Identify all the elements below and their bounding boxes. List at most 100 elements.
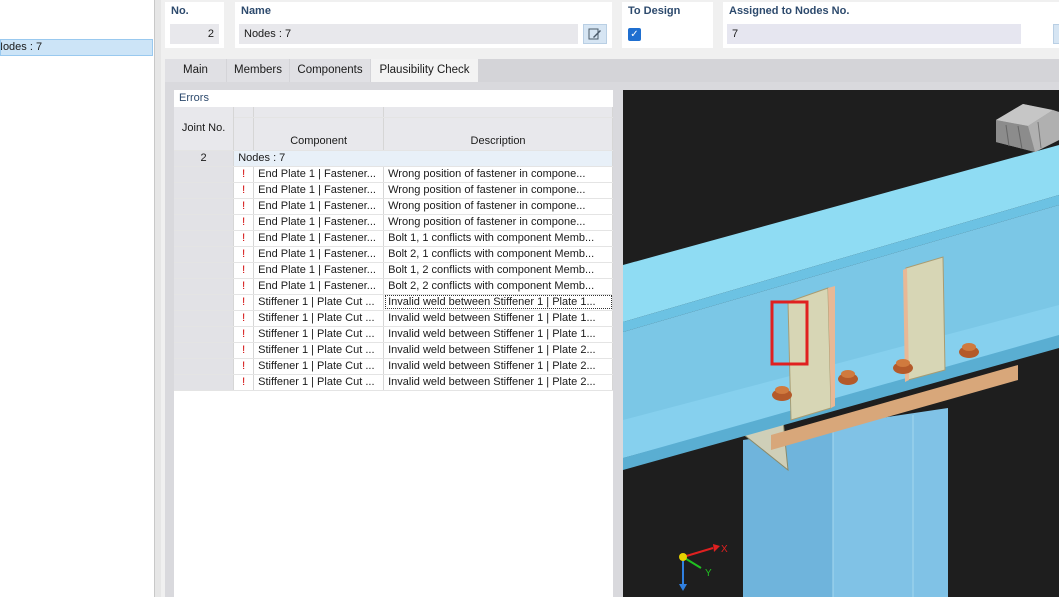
column-header-flag [233, 107, 255, 118]
row-header[interactable] [174, 310, 235, 327]
group-row[interactable]: 2 Nodes : 7 [174, 150, 613, 167]
error-component: End Plate 1 | Fastener... [253, 278, 385, 295]
row-header[interactable] [174, 278, 235, 295]
error-row[interactable]: ! End Plate 1 | Fastener... Bolt 2, 2 conf… [174, 278, 613, 295]
error-component: End Plate 1 | Fastener... [253, 182, 385, 199]
select-nodes-button[interactable] [1053, 24, 1059, 44]
column-header-description[interactable]: Description [383, 117, 613, 151]
row-header[interactable] [174, 262, 235, 279]
error-icon: ! [233, 246, 255, 263]
to-design-checkbox[interactable]: ✓ [628, 28, 641, 41]
navigator-panel: Nodes : 7 [0, 0, 155, 597]
to-design-label: To Design [628, 5, 681, 17]
group-joint-no: 2 [174, 150, 235, 167]
error-description: Invalid weld between Stiffener 1 | Plate… [383, 294, 613, 311]
error-icon: ! [233, 182, 255, 199]
error-icon: ! [233, 262, 255, 279]
error-component: End Plate 1 | Fastener... [253, 230, 385, 247]
error-icon: ! [233, 294, 255, 311]
error-description: Wrong position of fastener in compone... [383, 198, 613, 215]
row-header[interactable] [174, 214, 235, 231]
errors-title: Errors [179, 92, 209, 104]
row-header[interactable] [174, 294, 235, 311]
no-box: No. 2 [165, 2, 224, 48]
error-component: End Plate 1 | Fastener... [253, 214, 385, 231]
axis-y-label: Y [705, 568, 712, 579]
error-description: Bolt 1, 1 conflicts with component Memb.… [383, 230, 613, 247]
stiffener-plate-left [787, 287, 832, 421]
name-box: Name Nodes : 7 [235, 2, 612, 48]
assigned-box: Assigned to Nodes No. 7 [723, 2, 1059, 48]
3d-model-view[interactable]: X Y [623, 90, 1059, 597]
name-label: Name [241, 5, 271, 17]
error-row[interactable]: ! Stiffener 1 | Plate Cut ... Invalid weld… [174, 310, 613, 327]
no-field[interactable]: 2 [170, 24, 219, 44]
row-header[interactable] [174, 230, 235, 247]
column-header-component[interactable]: Component [253, 117, 385, 151]
error-component: Stiffener 1 | Plate Cut ... [253, 294, 385, 311]
tab-bar: Main Members Components Plausibility Che… [165, 59, 1059, 82]
error-icon: ! [233, 326, 255, 343]
tab-plausibility-check[interactable]: Plausibility Check [371, 59, 478, 82]
error-description: Wrong position of fastener in compone... [383, 214, 613, 231]
error-icon: ! [233, 342, 255, 359]
error-row[interactable]: ! Stiffener 1 | Plate Cut ... Invalid weld… [174, 294, 613, 311]
axis-x-label: X [721, 544, 728, 555]
stiffener-plate-right [905, 256, 946, 381]
error-row[interactable]: ! End Plate 1 | Fastener... Wrong position… [174, 166, 613, 183]
error-icon: ! [233, 166, 255, 183]
column-header-joint-no[interactable]: Joint No. [174, 107, 235, 151]
errors-table: Joint No. Component Description 2 Nodes … [174, 107, 613, 391]
navigator-item-selected[interactable]: Nodes : 7 [0, 39, 153, 56]
row-header[interactable] [174, 198, 235, 215]
column-header-spacer [383, 107, 613, 118]
navigator-scrollbar[interactable] [155, 0, 161, 597]
tab-components[interactable]: Components [290, 59, 370, 82]
error-row[interactable]: ! Stiffener 1 | Plate Cut ... Invalid weld… [174, 342, 613, 359]
error-icon: ! [233, 230, 255, 247]
assigned-nodes-field[interactable]: 7 [727, 24, 1021, 44]
navigator-item-label: Nodes : 7 [1, 41, 43, 53]
row-header[interactable] [174, 326, 235, 343]
error-description: Bolt 2, 1 conflicts with component Memb.… [383, 246, 613, 263]
error-component: End Plate 1 | Fastener... [253, 246, 385, 263]
error-icon: ! [233, 278, 255, 295]
error-row[interactable]: ! End Plate 1 | Fastener... Wrong position… [174, 214, 613, 231]
to-design-box: To Design ✓ [622, 2, 713, 48]
row-header[interactable] [174, 246, 235, 263]
tab-members[interactable]: Members [227, 59, 289, 82]
tab-main[interactable]: Main [165, 59, 226, 82]
error-description: Invalid weld between Stiffener 1 | Plate… [383, 342, 613, 359]
error-row[interactable]: ! End Plate 1 | Fastener... Bolt 1, 1 conf… [174, 230, 613, 247]
connection-dialog: Nodes : 7 No. 2 Name Nodes : 7 To Design… [0, 0, 1059, 597]
error-row[interactable]: ! End Plate 1 | Fastener... Wrong position… [174, 182, 613, 199]
3d-model-render: X Y [623, 90, 1059, 597]
error-row[interactable]: ! Stiffener 1 | Plate Cut ... Invalid weld… [174, 358, 613, 375]
row-header[interactable] [174, 166, 235, 183]
error-row[interactable]: ! End Plate 1 | Fastener... Bolt 2, 1 conf… [174, 246, 613, 263]
error-description: Invalid weld between Stiffener 1 | Plate… [383, 326, 613, 343]
column-flange [833, 408, 948, 597]
error-row[interactable]: ! Stiffener 1 | Plate Cut ... Invalid weld… [174, 326, 613, 343]
row-header[interactable] [174, 358, 235, 375]
error-description: Invalid weld between Stiffener 1 | Plate… [383, 374, 613, 391]
error-icon: ! [233, 214, 255, 231]
name-field[interactable]: Nodes : 7 [239, 24, 578, 44]
error-icon: ! [233, 358, 255, 375]
error-icon: ! [233, 374, 255, 391]
error-description: Invalid weld between Stiffener 1 | Plate… [383, 310, 613, 327]
error-component: End Plate 1 | Fastener... [253, 198, 385, 215]
error-description: Bolt 2, 2 conflicts with component Memb.… [383, 278, 613, 295]
column-header-spacer [253, 107, 385, 118]
error-component: Stiffener 1 | Plate Cut ... [253, 358, 385, 375]
error-row[interactable]: ! End Plate 1 | Fastener... Bolt 1, 2 conf… [174, 262, 613, 279]
no-label: No. [171, 5, 189, 17]
edit-name-button[interactable] [583, 24, 607, 44]
row-header[interactable] [174, 342, 235, 359]
error-component: End Plate 1 | Fastener... [253, 262, 385, 279]
error-description: Invalid weld between Stiffener 1 | Plate… [383, 358, 613, 375]
error-row[interactable]: ! Stiffener 1 | Plate Cut ... Invalid weld… [174, 374, 613, 391]
row-header[interactable] [174, 182, 235, 199]
row-header[interactable] [174, 374, 235, 391]
error-row[interactable]: ! End Plate 1 | Fastener... Wrong position… [174, 198, 613, 215]
